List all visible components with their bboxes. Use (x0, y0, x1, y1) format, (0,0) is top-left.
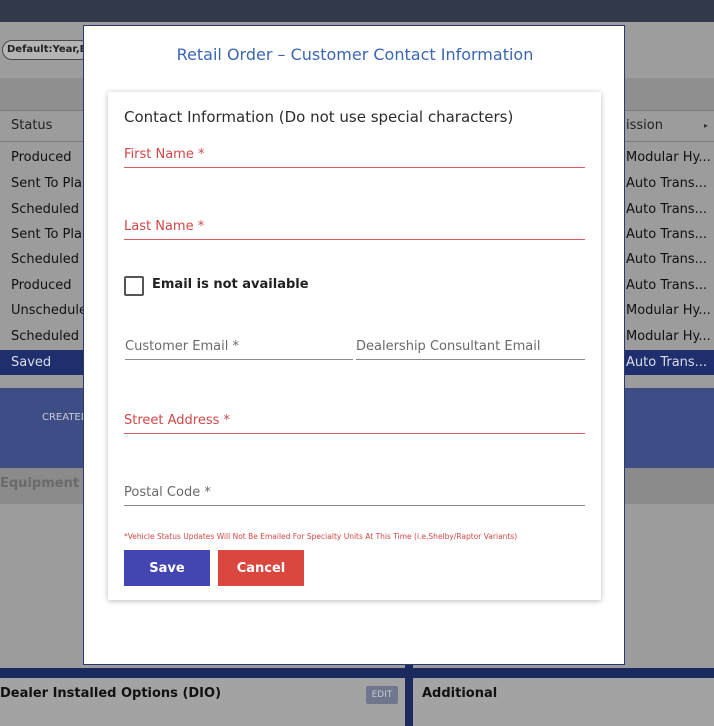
table-row-transmission[interactable]: Modular Hy... (624, 324, 714, 349)
field-underline (124, 239, 585, 240)
field-underline (124, 505, 585, 506)
field-underline (124, 433, 585, 434)
table-row-transmission[interactable]: Modular Hy... (624, 298, 714, 323)
first-name-label: First Name * (124, 147, 205, 162)
field-underline (356, 359, 585, 360)
pane-divider (405, 660, 413, 726)
checkbox-label: Email is not available (152, 277, 309, 292)
caret-right-icon: ▸ (703, 121, 708, 130)
created-label: CREATED (42, 412, 89, 423)
dio-title: Dealer Installed Options (DIO) (0, 686, 222, 701)
table-row-transmission[interactable]: Auto Trans... (624, 197, 714, 222)
disclaimer-text: *Vehicle Status Updates Will Not Be Emai… (124, 532, 518, 541)
filter-chip[interactable]: Default:Year,B (2, 40, 90, 60)
postal-code-label: Postal Code * (124, 485, 211, 500)
checkbox-box[interactable] (124, 276, 144, 296)
table-row-status[interactable]: Sent To Plan (0, 171, 84, 196)
form-heading: Contact Information (Do not use special … (124, 108, 514, 126)
last-name-label: Last Name * (124, 219, 205, 234)
table-row-status[interactable]: Sent To Plan (0, 222, 84, 247)
table-row-status[interactable]: Scheduled T (0, 324, 84, 349)
street-address-field[interactable]: Street Address * (124, 406, 585, 434)
customer-email-label: Customer Email * (125, 339, 239, 354)
table-row-status-selected[interactable]: Saved (0, 350, 84, 375)
edit-button[interactable]: EDIT (366, 686, 398, 704)
field-underline (124, 167, 585, 168)
dealer-email-label: Dealership Consultant Email (356, 339, 541, 354)
additional-pane: Additional (413, 678, 714, 726)
table-row-transmission[interactable]: Auto Trans... (624, 273, 714, 298)
column-header-status[interactable]: Status (0, 110, 84, 142)
modal-title: Retail Order – Customer Contact Informat… (176, 45, 534, 64)
dealer-email-field[interactable]: Dealership Consultant Email (356, 332, 585, 360)
contact-form-card: Contact Information (Do not use special … (108, 92, 601, 600)
customer-email-field[interactable]: Customer Email * (125, 332, 353, 360)
first-name-field[interactable]: First Name * (124, 140, 585, 168)
table-row-status[interactable]: Produced (0, 273, 84, 298)
app-top-bar (0, 0, 714, 22)
postal-code-field[interactable]: Postal Code * (124, 478, 585, 506)
section-divider (0, 668, 714, 678)
last-name-field[interactable]: Last Name * (124, 212, 585, 240)
column-header-transmission[interactable]: ission ▸ (624, 110, 714, 142)
table-row-status[interactable]: Scheduled T (0, 197, 84, 222)
additional-title: Additional (422, 686, 498, 701)
equipment-label: Equipment G (0, 476, 95, 491)
table-row-transmission[interactable]: Auto Trans... (624, 247, 714, 272)
column-header-label: ission (626, 118, 663, 133)
street-address-label: Street Address * (124, 413, 231, 428)
table-row-transmission[interactable]: Modular Hy... (624, 145, 714, 170)
table-row-transmission[interactable]: Auto Trans... (624, 222, 714, 247)
cancel-button[interactable]: Cancel (218, 550, 304, 586)
contact-info-modal: Retail Order – Customer Contact Informat… (83, 25, 625, 665)
save-button[interactable]: Save (124, 550, 210, 586)
table-row-transmission[interactable]: Auto Trans... (624, 171, 714, 196)
dio-pane: Dealer Installed Options (DIO) EDIT (0, 678, 405, 726)
table-row-transmission-selected[interactable]: Auto Trans... (624, 350, 714, 375)
field-underline (125, 359, 353, 360)
table-row-status[interactable]: Scheduled T (0, 247, 84, 272)
table-row-status[interactable]: Produced (0, 145, 84, 170)
table-row-status[interactable]: Unschedule (0, 298, 84, 323)
